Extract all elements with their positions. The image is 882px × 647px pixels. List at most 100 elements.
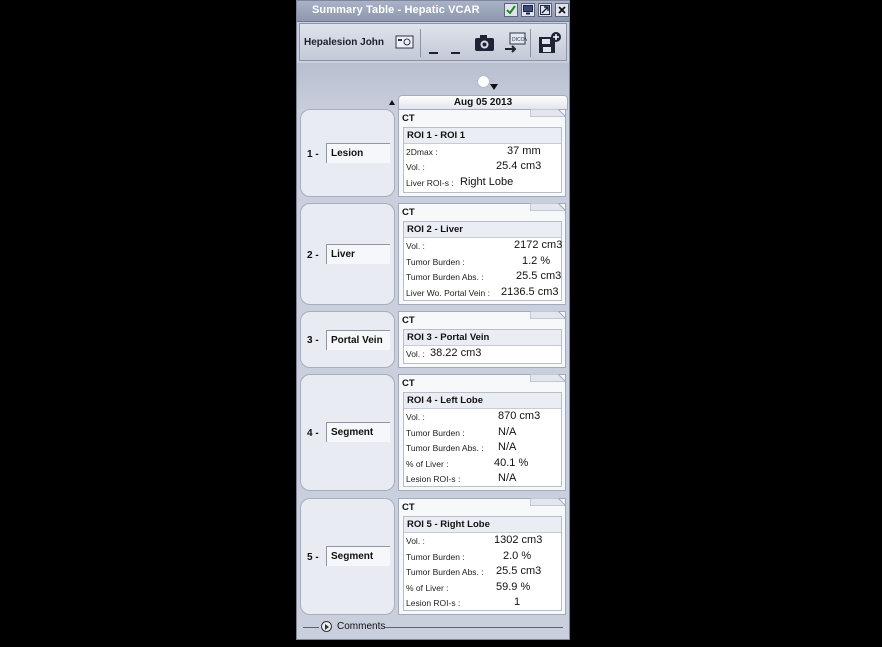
monitor-icon[interactable] [521, 3, 535, 17]
row-label-3[interactable]: 3 - Portal Vein [300, 311, 395, 368]
field-label: Tumor Burden : [406, 428, 465, 438]
field-label: Tumor Burden : [406, 257, 465, 267]
toolbar: Hepalesion John DICOM [299, 23, 567, 61]
card-tab [530, 374, 566, 382]
row-name: Segment [326, 422, 390, 442]
window-title: Summary Table - Hepatic VCAR [312, 4, 480, 16]
field-value: 25.4 cm3 [496, 160, 542, 172]
title-bar: Summary Table - Hepatic VCAR [297, 1, 569, 22]
svg-text:DICOM: DICOM [512, 37, 527, 43]
row-name: Lesion [326, 143, 390, 163]
modality-label: CT [402, 502, 415, 513]
date-column-header[interactable]: Aug 05 2013 [398, 95, 568, 110]
expand-comments-icon[interactable] [321, 621, 332, 632]
resize-icon[interactable] [538, 3, 552, 17]
roi-title: ROI 4 - Left Lobe [404, 393, 561, 409]
row-number: 1 - [307, 149, 319, 160]
field-value: 2.0 % [503, 550, 532, 562]
comments-bar: Comments [297, 617, 569, 637]
field-value: 25.5 cm3 [516, 270, 562, 282]
roi-details: ROI 1 - ROI 1 2Dmax : 37 mm Vol. : 25.4 … [403, 127, 562, 193]
field-label: Vol. : [406, 349, 425, 359]
card-tab [530, 498, 566, 506]
field-value: N/A [498, 426, 517, 438]
card-tab [530, 203, 566, 211]
divider [303, 627, 319, 628]
row-name: Portal Vein [326, 330, 390, 350]
field-value: 25.5 cm3 [496, 565, 542, 577]
field-label: Liver Wo. Portal Vein : [406, 288, 490, 298]
summary-table-window: Summary Table - Hepatic VCAR Hepalesion … [296, 0, 570, 640]
roi-title: ROI 2 - Liver [404, 222, 561, 238]
row-number: 5 - [307, 552, 319, 563]
modality-label: CT [402, 378, 415, 389]
field-label: Tumor Burden Abs. : [406, 443, 484, 453]
close-icon[interactable] [555, 3, 569, 17]
field-label: Tumor Burden Abs. : [406, 272, 484, 282]
patient-card-icon[interactable] [395, 34, 415, 55]
minus-icon[interactable] [451, 42, 461, 60]
field-label: Vol. : [406, 162, 425, 172]
roi-details: ROI 5 - Right Lobe Vol. : 1302 cm3 Tumor… [403, 516, 562, 611]
field-label: Vol. : [406, 412, 425, 422]
export-report-icon[interactable]: DICOM [503, 32, 529, 59]
roi-details: ROI 2 - Liver Vol. : 2172 cm3 Tumor Burd… [403, 221, 562, 301]
modality-label: CT [402, 113, 415, 124]
field-value: 1302 cm3 [494, 534, 543, 546]
field-value: 59.9 % [496, 581, 531, 593]
field-label: % of Liver : [406, 459, 449, 469]
field-label: Lesion ROI-s : [406, 474, 461, 484]
field-value: 2172 cm3 [514, 239, 563, 251]
field-value: 870 cm3 [498, 410, 541, 422]
timeline-marker[interactable] [478, 76, 489, 87]
roi-card-1[interactable]: CT ROI 1 - ROI 1 2Dmax : 37 mm Vol. : 25… [398, 109, 566, 197]
roi-details: ROI 3 - Portal Vein Vol. : 38.22 cm3 [403, 329, 562, 364]
checkmark-icon[interactable] [504, 3, 518, 17]
field-value: 40.1 % [494, 457, 529, 469]
field-label: Tumor Burden : [406, 552, 465, 562]
roi-title: ROI 5 - Right Lobe [404, 517, 561, 533]
row-number: 4 - [307, 428, 319, 439]
field-label: Vol. : [406, 241, 425, 251]
field-value: 37 mm [507, 145, 541, 157]
field-label: % of Liver : [406, 583, 449, 593]
row-name: Liver [326, 244, 390, 264]
roi-title: ROI 1 - ROI 1 [404, 128, 561, 144]
modality-label: CT [402, 207, 415, 218]
card-tab [530, 311, 566, 319]
card-tab [530, 109, 566, 117]
field-value: Right Lobe [460, 176, 514, 188]
field-value: 1 [514, 596, 521, 608]
camera-icon[interactable] [474, 33, 496, 58]
field-value: N/A [498, 472, 517, 484]
field-label: Vol. : [406, 536, 425, 546]
field-value: 38.22 cm3 [430, 347, 482, 359]
field-value: 1.2 % [522, 255, 551, 267]
row-number: 3 - [307, 335, 319, 346]
divider [385, 627, 563, 628]
row-number: 2 - [307, 250, 319, 261]
row-name: Segment [326, 546, 390, 566]
row-label-4[interactable]: 4 - Segment [300, 374, 395, 491]
patient-name: Hepalesion John [304, 37, 385, 48]
roi-card-3[interactable]: CT ROI 3 - Portal Vein Vol. : 38.22 cm3 [398, 311, 566, 368]
modality-label: CT [402, 315, 415, 326]
timeline-arrow-icon[interactable] [490, 84, 498, 90]
field-value: N/A [498, 441, 517, 453]
toolbar-separator [420, 29, 421, 57]
field-label: Liver ROI-s : [406, 178, 454, 188]
comments-label[interactable]: Comments [337, 621, 385, 632]
row-label-2[interactable]: 2 - Liver [300, 203, 395, 305]
field-label: Tumor Burden Abs. : [406, 567, 484, 577]
minus-icon[interactable] [429, 42, 439, 60]
row-label-1[interactable]: 1 - Lesion [300, 109, 395, 197]
row-label-5[interactable]: 5 - Segment [300, 498, 395, 615]
field-value: 2136.5 cm3 [501, 286, 559, 298]
roi-details: ROI 4 - Left Lobe Vol. : 870 cm3 Tumor B… [403, 392, 562, 487]
toolbar-separator [530, 29, 531, 57]
roi-card-2[interactable]: CT ROI 2 - Liver Vol. : 2172 cm3 Tumor B… [398, 203, 566, 305]
roi-card-5[interactable]: CT ROI 5 - Right Lobe Vol. : 1302 cm3 Tu… [398, 498, 566, 615]
sort-arrow-icon[interactable] [389, 100, 395, 105]
save-icon[interactable] [538, 31, 562, 60]
roi-card-4[interactable]: CT ROI 4 - Left Lobe Vol. : 870 cm3 Tumo… [398, 374, 566, 491]
